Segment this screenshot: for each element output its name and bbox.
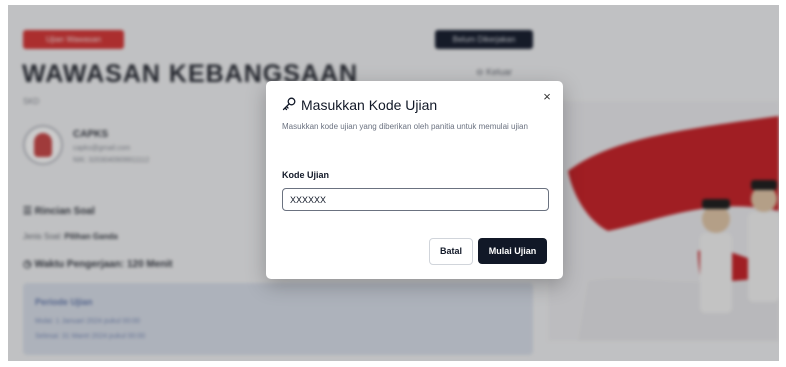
start-exam-button[interactable]: Mulai Ujian (478, 238, 547, 264)
exam-code-label: Kode Ujian (282, 170, 330, 180)
dialog-description: Masukkan kode ujian yang diberikan oleh … (282, 122, 528, 131)
dialog-title: Masukkan Kode Ujian (301, 97, 438, 113)
key-icon (282, 97, 296, 111)
close-icon[interactable]: × (541, 90, 553, 104)
cancel-button[interactable]: Batal (429, 238, 473, 265)
exam-code-input[interactable] (282, 188, 549, 211)
exam-code-dialog: × Masukkan Kode Ujian Masukkan kode ujia… (266, 81, 563, 279)
